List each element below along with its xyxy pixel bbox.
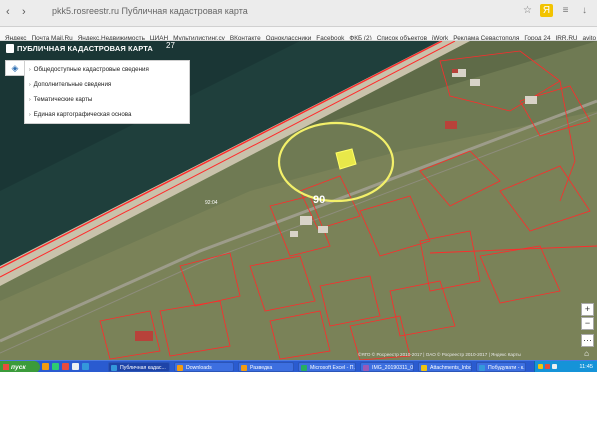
taskbar: пуск Публичная кадас... Downloads Разведка… bbox=[0, 360, 597, 372]
url-field[interactable]: pkk5.rosreestr.ru Публичная кадастровая … bbox=[52, 6, 248, 16]
taskbar-button-label: Downloads bbox=[186, 365, 212, 371]
app-icon bbox=[421, 365, 427, 371]
taskbar-button[interactable]: Побудувати - к... bbox=[476, 362, 526, 372]
tray-icon[interactable] bbox=[552, 364, 557, 369]
circle-number-label: 90 bbox=[313, 194, 325, 206]
clock: 11:45 bbox=[579, 364, 593, 370]
app-icon bbox=[111, 365, 117, 371]
quicklaunch-icon[interactable] bbox=[52, 363, 59, 370]
windows-flag-icon bbox=[3, 364, 9, 370]
home-icon[interactable]: ⌂ bbox=[581, 348, 592, 359]
start-button[interactable]: пуск bbox=[0, 361, 40, 372]
taskbar-button-label: Attachments_Inbo... bbox=[430, 365, 472, 371]
taskbar-button[interactable]: IMG_20190311_0... bbox=[360, 362, 414, 372]
more-button[interactable]: ··· bbox=[581, 334, 594, 347]
roof bbox=[135, 331, 153, 341]
layer-item[interactable]: › Общедоступные кадастровые сведения bbox=[29, 66, 149, 73]
map-title-text: ПУБЛИЧНАЯ КАДАСТРОВАЯ КАРТА bbox=[17, 44, 153, 53]
layers-icon[interactable]: ◈ bbox=[5, 60, 25, 76]
app-icon bbox=[177, 365, 183, 371]
map-view[interactable]: 27 90 92:04 ПУБЛИЧНАЯ КАДАСТРОВАЯ КАРТА … bbox=[0, 41, 597, 360]
chevron-right-icon: › bbox=[29, 97, 31, 103]
map-number-label: 27 bbox=[166, 41, 175, 50]
tray-icon[interactable] bbox=[538, 364, 543, 369]
taskbar-button-label: Публичная кадас... bbox=[120, 365, 166, 371]
forward-button[interactable]: › bbox=[22, 6, 26, 18]
layer-item[interactable]: › Единая картографическая основа bbox=[29, 111, 131, 118]
roof bbox=[452, 69, 458, 73]
taskbar-button-label: Разведка bbox=[250, 365, 273, 371]
layer-item[interactable]: › Дополнительные сведения bbox=[29, 81, 111, 88]
app-icon bbox=[363, 365, 369, 371]
quicklaunch-icon[interactable] bbox=[82, 363, 89, 370]
browser-window: ‹ › pkk5.rosreestr.ru Публичная кадастро… bbox=[0, 0, 597, 372]
layer-item[interactable]: › Тематические карты bbox=[29, 96, 92, 103]
address-bar: ‹ › pkk5.rosreestr.ru Публичная кадастро… bbox=[0, 0, 597, 27]
map-credits: ©ЯГО © Росреестр 2010-2017 | ОАО © Росре… bbox=[358, 352, 521, 357]
taskbar-button-label: IMG_20190311_0... bbox=[372, 365, 414, 371]
building bbox=[318, 226, 328, 233]
download-icon[interactable]: ↓ bbox=[578, 4, 591, 17]
app-icon bbox=[301, 365, 307, 371]
start-label: пуск bbox=[11, 363, 26, 371]
taskbar-button[interactable]: Microsoft Excel - П... bbox=[298, 362, 356, 372]
bookmarks-bar: Яндекс Почта Mail.Ru Яндекс.Недвижимость ЦИ… bbox=[0, 27, 597, 41]
road-label: 92:04 bbox=[205, 200, 218, 206]
building bbox=[290, 231, 298, 237]
roof bbox=[445, 121, 457, 129]
chevron-right-icon: › bbox=[29, 82, 31, 88]
building bbox=[300, 216, 312, 225]
taskbar-button-label: Microsoft Excel - П... bbox=[310, 365, 356, 371]
quicklaunch-icon[interactable] bbox=[62, 363, 69, 370]
chevron-right-icon: › bbox=[29, 112, 31, 118]
zoom-out-button[interactable]: − bbox=[581, 317, 594, 330]
map-title: ПУБЛИЧНАЯ КАДАСТРОВАЯ КАРТА bbox=[6, 44, 153, 53]
taskbar-button-label: Побудувати - к... bbox=[488, 365, 526, 371]
quicklaunch-icon[interactable] bbox=[42, 363, 49, 370]
quicklaunch-icon[interactable] bbox=[72, 363, 79, 370]
zoom-in-button[interactable]: + bbox=[581, 303, 594, 316]
tray-icon[interactable] bbox=[545, 364, 550, 369]
building bbox=[525, 96, 537, 104]
back-button[interactable]: ‹ bbox=[6, 6, 10, 18]
emblem-icon bbox=[6, 44, 14, 53]
taskbar-button[interactable]: Разведка bbox=[238, 362, 294, 372]
address-icons: ☆ Я ≡ ↓ bbox=[521, 4, 591, 17]
app-icon bbox=[479, 365, 485, 371]
taskbar-button[interactable]: Downloads bbox=[174, 362, 234, 372]
taskbar-button[interactable]: Attachments_Inbo... bbox=[418, 362, 472, 372]
menu-icon[interactable]: ≡ bbox=[559, 4, 572, 17]
taskbar-button[interactable]: Публичная кадас... bbox=[108, 362, 170, 372]
building bbox=[470, 79, 480, 86]
chevron-right-icon: › bbox=[29, 67, 31, 73]
app-icon bbox=[241, 365, 247, 371]
system-tray: 11:45 bbox=[534, 361, 597, 372]
yandex-icon[interactable]: Я bbox=[540, 4, 553, 17]
layers-panel: › Общедоступные кадастровые сведения › Доп… bbox=[24, 60, 190, 124]
star-icon[interactable]: ☆ bbox=[521, 4, 534, 17]
